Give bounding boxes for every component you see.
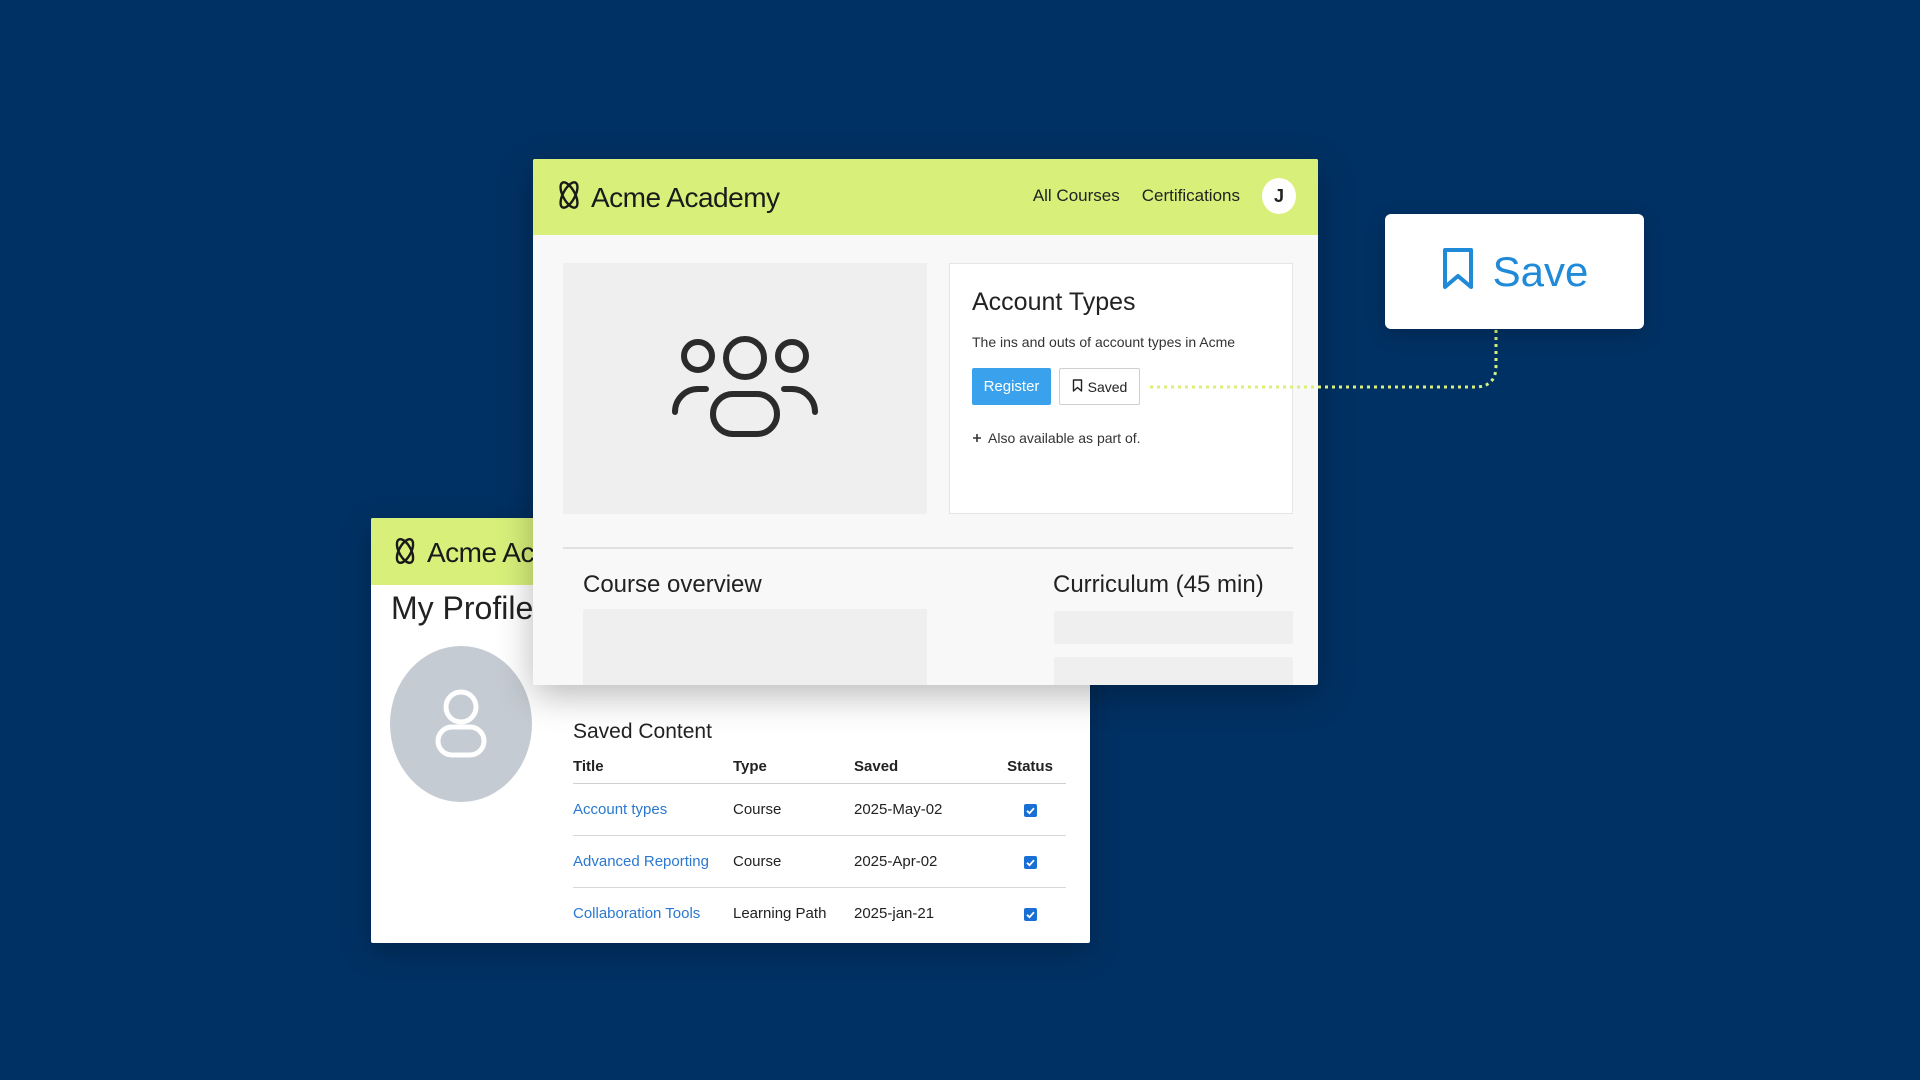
column-header-status: Status: [994, 756, 1066, 784]
course-overview-heading: Course overview: [583, 571, 762, 598]
user-icon: [421, 682, 501, 767]
overview-placeholder: [583, 609, 927, 685]
plus-icon: [972, 430, 982, 446]
section-divider: [563, 547, 1293, 549]
saved-item-type: Course: [733, 835, 854, 888]
acme-logo-icon: [393, 536, 417, 571]
course-image: [563, 263, 927, 514]
brand-name: Acme Academy: [591, 181, 780, 213]
curriculum-heading: Curriculum (45 min): [1053, 571, 1264, 598]
nav-all-courses[interactable]: All Courses: [1033, 186, 1120, 206]
course-header: Acme Academy All Courses Certifications …: [533, 159, 1318, 235]
saved-item-date: 2025-jan-21: [854, 905, 935, 922]
also-available-link[interactable]: Also available as part of.: [972, 430, 1141, 446]
table-row: Collaboration Tools Learning Path 2025-j…: [573, 888, 1066, 940]
status-checkbox[interactable]: [1023, 803, 1037, 817]
check-icon: [1025, 807, 1035, 815]
saved-item-date: 2025-Apr-02: [854, 835, 994, 888]
course-window: Acme Academy All Courses Certifications …: [533, 159, 1318, 685]
saved-item-link[interactable]: Account types: [573, 801, 667, 818]
table-row: Advanced Reporting Course 2025-Apr-02: [573, 835, 1066, 888]
saved-item-link[interactable]: Collaboration Tools: [573, 905, 700, 922]
check-icon: [1025, 859, 1035, 867]
bookmark-icon: [1072, 378, 1083, 395]
saved-button-label: Saved: [1087, 378, 1128, 395]
save-callout-label: Save: [1492, 247, 1589, 295]
status-checkbox[interactable]: [1023, 855, 1037, 869]
course-description: The ins and outs of account types in Acm…: [972, 334, 1236, 350]
user-avatar[interactable]: J: [1262, 178, 1296, 214]
saved-item-type: Learning Path: [733, 905, 827, 922]
course-brand[interactable]: Acme Academy: [557, 179, 780, 216]
course-info-card: Account Types The ins and outs of accoun…: [949, 263, 1293, 514]
page-title: My Profile: [391, 590, 534, 626]
save-callout[interactable]: Save: [1385, 214, 1644, 329]
column-header-title: Title: [573, 756, 733, 784]
top-nav: All Courses Certifications J: [1033, 178, 1296, 214]
avatar: [390, 646, 532, 802]
course-title: Account Types: [972, 288, 1136, 316]
check-icon: [1025, 911, 1035, 919]
table-header-row: Title Type Saved Status: [573, 756, 1066, 784]
saved-content-table: Title Type Saved Status Account types Co…: [573, 756, 1066, 939]
column-header-saved: Saved: [854, 756, 994, 784]
bookmark-icon: [1441, 247, 1475, 296]
saved-item-link[interactable]: Advanced Reporting: [573, 853, 709, 870]
curriculum-placeholder: [1054, 657, 1293, 685]
also-available-label: Also available as part of.: [988, 430, 1141, 446]
saved-item-type: Course: [733, 783, 854, 836]
saved-content-heading: Saved Content: [573, 720, 712, 743]
acme-logo-icon: [557, 179, 581, 216]
saved-item-date: 2025-May-02: [854, 783, 994, 836]
users-group-icon: [665, 326, 825, 451]
nav-certifications[interactable]: Certifications: [1142, 186, 1240, 206]
register-button[interactable]: Register: [972, 368, 1051, 405]
column-header-type: Type: [733, 756, 854, 784]
saved-button[interactable]: Saved: [1059, 368, 1140, 405]
table-row: Account types Course 2025-May-02: [573, 783, 1066, 836]
curriculum-placeholder: [1054, 611, 1293, 644]
status-checkbox[interactable]: [1023, 907, 1037, 921]
